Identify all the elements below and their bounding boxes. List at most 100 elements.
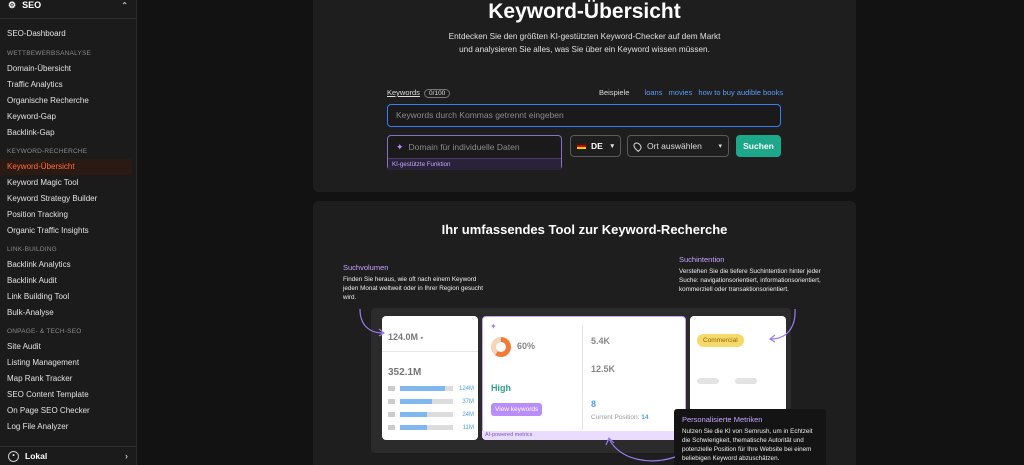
- sidebar-seo-label: SEO: [22, 0, 42, 10]
- tooltip-text: Nutzen Sie die KI von Semrush, um in Ech…: [682, 428, 813, 462]
- sidebar-item-backlink-gap[interactable]: Backlink-Gap: [0, 125, 136, 141]
- page-subtitle: Entdecken Sie den größten KI-gestützten …: [448, 32, 721, 54]
- country-volume-bars: 124M 37M 24M 11M: [388, 382, 474, 434]
- bar-fill: [400, 425, 427, 430]
- sidebar-item-keyword-overview[interactable]: Keyword-Übersicht: [0, 159, 132, 175]
- metric-value: 12.5K: [591, 364, 616, 374]
- sidebar-item-organic-traffic-insights[interactable]: Organic Traffic Insights: [0, 223, 136, 239]
- tooltip-title: Suchintention: [679, 255, 725, 264]
- bar-fill: [400, 386, 446, 391]
- location-placeholder: Ort auswählen: [647, 141, 702, 151]
- metric-value: 5.4K: [591, 336, 611, 346]
- flag-icon: [388, 412, 395, 417]
- sidebar-item-traffic-analytics[interactable]: Traffic Analytics: [0, 77, 136, 93]
- sidebar-item-keyword-strategy-builder[interactable]: Keyword Strategy Builder: [0, 191, 136, 207]
- example-link-movies[interactable]: movies: [669, 88, 693, 97]
- domain-input-placeholder: Domain für individuelle Daten: [408, 142, 520, 152]
- sidebar-item-map-rank-tracker[interactable]: Map Rank Tracker: [0, 371, 136, 387]
- page-title: Keyword-Übersicht: [488, 0, 681, 23]
- country-bar-row: 24M: [388, 408, 474, 421]
- sidebar-item-on-page-seo-checker[interactable]: On Page SEO Checker: [0, 403, 136, 419]
- divider: [582, 325, 583, 430]
- sidebar-seo-toggle[interactable]: ⚙ SEO ⌃: [0, 0, 136, 12]
- search-button[interactable]: Suchen: [736, 135, 781, 157]
- feature-card: Ihr umfassendes Tool zur Keyword-Recherc…: [313, 201, 856, 465]
- feature-title: Ihr umfassendes Tool zur Keyword-Recherc…: [441, 222, 728, 237]
- sidebar-item-seo-dashboard[interactable]: SEO-Dashboard: [0, 26, 136, 42]
- tooltip-personalized-metrics: Personalisierte Metriken Nutzen Sie die …: [674, 409, 826, 465]
- location-icon: •: [8, 450, 19, 462]
- sidebar-local-label: Lokal: [25, 451, 48, 461]
- tooltip-text: Verstehen Sie die tiefere Suchintention …: [679, 268, 821, 293]
- metric-value: 8: [591, 399, 597, 409]
- intent-badge: Commercial: [697, 334, 744, 347]
- bar-value: 124M: [458, 385, 474, 392]
- country-bar-row: 11M: [388, 421, 474, 434]
- current-position: Current Position: 14: [591, 414, 648, 421]
- chevron-down-icon: ▾: [718, 143, 722, 150]
- sidebar: ⚙ SEO ⌃ SEO-Dashboard WETTBEWERBSANALYSE…: [0, 0, 137, 465]
- view-keywords-button[interactable]: View keywords: [491, 403, 543, 416]
- flag-icon: [388, 425, 395, 430]
- chevron-down-icon: ▾: [610, 143, 614, 150]
- sidebar-section-title: ONPAGE- & TECH-SEO: [7, 328, 82, 335]
- sidebar-item-organic-research[interactable]: Organische Recherche: [0, 93, 136, 109]
- sidebar-item-site-audit[interactable]: Site Audit: [0, 339, 136, 355]
- metrics-card: ✦ 60% High View keywords 5.4K 12.5K 8 Cu…: [482, 316, 686, 440]
- sidebar-item-keyword-gap[interactable]: Keyword-Gap: [0, 109, 136, 125]
- bar-fill: [400, 412, 427, 417]
- database-value: DE: [591, 141, 603, 151]
- sidebar-item-log-file-analyzer[interactable]: Log File Analyzer: [0, 419, 136, 435]
- keyword-search-card: Keyword-Übersicht Entdecken Sie den größ…: [313, 0, 856, 192]
- chevron-right-icon: ›: [125, 451, 128, 461]
- sidebar-section-title: LINK-BUILDING: [7, 246, 57, 253]
- current-position-value: 14: [641, 414, 649, 421]
- sidebar-section-title: KEYWORD-RECHERCHE: [7, 148, 88, 155]
- sparkle-icon: ✦: [396, 141, 404, 152]
- flag-icon: [388, 399, 395, 404]
- sidebar-item-link-building-tool[interactable]: Link Building Tool: [0, 289, 136, 305]
- example-link-audible[interactable]: how to buy audible books: [698, 88, 783, 97]
- chevron-up-icon: ⌃: [121, 0, 128, 10]
- location-pin-icon: [631, 140, 644, 152]
- sidebar-item-backlink-analytics[interactable]: Backlink Analytics: [0, 257, 136, 273]
- placeholder-pill: [697, 378, 719, 384]
- keywords-label-text: Keywords: [387, 88, 420, 97]
- keyword-input[interactable]: Keywords durch Kommas getrennt eingeben: [387, 104, 781, 127]
- arrow-icon: [768, 308, 796, 343]
- example-link-loans[interactable]: loans: [645, 88, 663, 97]
- sidebar-item-keyword-magic-tool[interactable]: Keyword Magic Tool: [0, 175, 136, 191]
- sidebar-item-listing-management[interactable]: Listing Management: [0, 355, 136, 371]
- bar-fill: [400, 399, 432, 404]
- tooltip-title: Suchvolumen: [343, 263, 389, 272]
- divider: [382, 351, 478, 352]
- bar-value: 11M: [462, 424, 474, 431]
- sidebar-item-backlink-audit[interactable]: Backlink Audit: [0, 273, 136, 289]
- sidebar-item-domain-overview[interactable]: Domain-Übersicht: [0, 61, 136, 77]
- examples-label: Beispiele: [599, 88, 630, 97]
- sidebar-item-position-tracking[interactable]: Position Tracking: [0, 207, 136, 223]
- germany-flag-icon: [577, 143, 586, 149]
- volume-card: 124.0M ▪ 352.1M 124M 37M 24M 11M: [382, 316, 478, 440]
- examples: Beispiele loans movies how to buy audibl…: [599, 88, 783, 97]
- seo-icon: ⚙: [8, 0, 17, 10]
- location-select[interactable]: Ort auswählen ▾: [627, 135, 729, 157]
- bar-value: 37M: [462, 398, 474, 405]
- sidebar-item-bulk-analysis[interactable]: Bulk-Analyse: [0, 305, 136, 321]
- country-bar-row: 124M: [388, 382, 474, 395]
- sidebar-local-toggle[interactable]: • Lokal ›: [0, 446, 136, 465]
- flag-icon: [388, 386, 395, 391]
- us-flag-icon: ▪: [420, 335, 424, 342]
- placeholder-pill: [735, 378, 757, 384]
- ai-feature-label: KI-gestützte Funktion: [388, 158, 561, 170]
- current-position-label: Current Position:: [591, 414, 640, 421]
- arrow-icon: [605, 436, 676, 462]
- global-volume-value: 124.0M: [388, 332, 419, 342]
- global-volume: 124.0M ▪: [388, 332, 423, 342]
- keywords-label: Keywords 0/100: [387, 88, 451, 98]
- database-select[interactable]: DE ▾: [570, 135, 621, 157]
- sidebar-item-seo-content-template[interactable]: SEO Content Template: [0, 387, 136, 403]
- tooltip-search-volume: Suchvolumen Finden Sie heraus, wie oft n…: [343, 263, 485, 302]
- difficulty-percent: 60%: [517, 341, 536, 351]
- domain-field[interactable]: ✦ Domain für individuelle Daten KI-gestü…: [387, 135, 562, 170]
